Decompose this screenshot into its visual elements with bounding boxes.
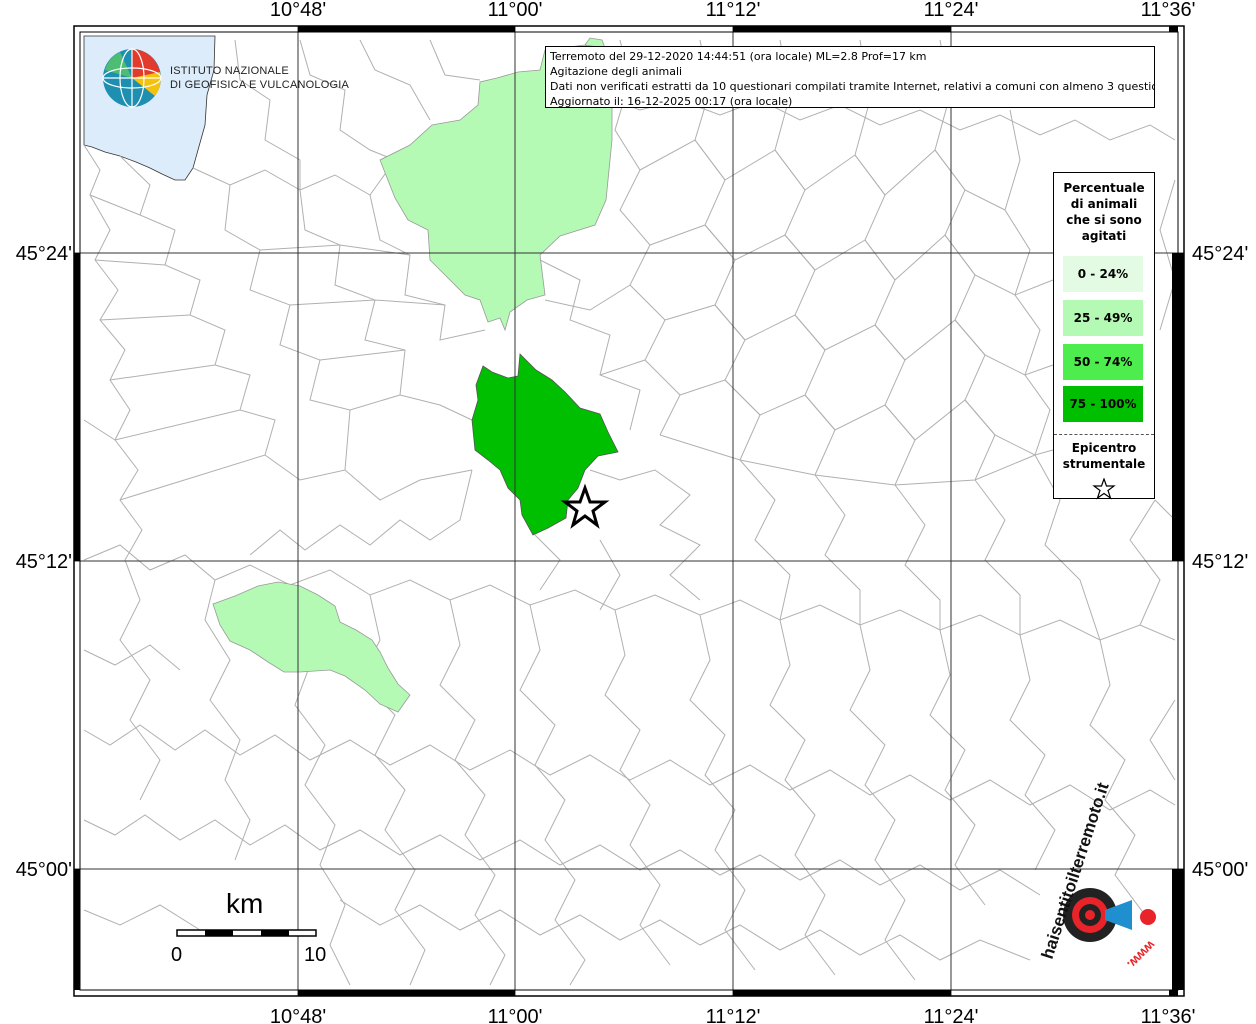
- info-line-4: Aggiornato il: 16-12-2025 00:17 (ora loc…: [550, 95, 793, 108]
- lon-label-top-3: 11°12': [706, 0, 761, 21]
- ingv-line-2: DI GEOFISICA E VULCANOLOGIA: [170, 79, 349, 91]
- earthquake-info-box: Terremoto del 29-12-2020 14:44:51 (ora l…: [545, 46, 1155, 108]
- legend-item-75-100: 75 - 100%: [1063, 386, 1143, 422]
- ingv-logo-text: ISTITUTO NAZIONALE DI GEOFISICA E VULCAN…: [170, 64, 349, 92]
- lon-label-bottom-4: 11°24': [924, 1006, 979, 1024]
- legend-item-25-49: 25 - 49%: [1063, 300, 1143, 336]
- legend-item-label: 75 - 100%: [1069, 397, 1137, 411]
- ingv-logo-icon: [102, 48, 162, 108]
- scale-end: 10: [304, 944, 327, 966]
- map-area: [74, 26, 1184, 996]
- legend-item-label: 25 - 49%: [1073, 311, 1133, 325]
- scale-start: 0: [171, 944, 183, 966]
- legend-star-icon: [1092, 478, 1116, 500]
- legend-separator: [1054, 434, 1154, 435]
- legend-item-label: 50 - 74%: [1073, 355, 1133, 369]
- lat-label-right-1: 45°24': [1192, 243, 1248, 265]
- legend-title-line-3: che si sono: [1066, 213, 1142, 227]
- info-line-3: Dati non verificati estratti da 10 quest…: [550, 80, 1155, 93]
- legend: Percentuale di animali che si sono agita…: [1053, 172, 1155, 500]
- scale-unit: km: [226, 888, 264, 919]
- legend-epicenter-line-1: Epicentro: [1071, 441, 1137, 455]
- lat-label-right-3: 45°00': [1192, 859, 1248, 881]
- lat-label-right-2: 45°12': [1192, 551, 1248, 573]
- lat-label-left-3: 45°00': [16, 859, 72, 881]
- info-line-1: Terremoto del 29-12-2020 14:44:51 (ora l…: [550, 50, 927, 63]
- lon-label-top-1: 10°48': [270, 0, 326, 21]
- lat-label-left-2: 45°12': [16, 551, 72, 573]
- lon-label-bottom-2: 11°00': [488, 1006, 543, 1024]
- legend-epicenter-label: Epicentro strumentale: [1054, 440, 1154, 472]
- lon-label-bottom-5: 11°36': [1141, 1006, 1196, 1024]
- lon-label-top-4: 11°24': [924, 0, 979, 21]
- lat-label-left-1: 45°24': [16, 243, 72, 265]
- legend-title-line-2: di animali: [1070, 197, 1138, 211]
- legend-item-0-24: 0 - 24%: [1063, 256, 1143, 292]
- scale-bar: [176, 929, 317, 937]
- lon-label-bottom-1: 10°48': [270, 1006, 326, 1024]
- map: 10°48' 11°00' 11°12' 11°24' 11°36' 10°48…: [16, 0, 1249, 1024]
- legend-item-50-74: 50 - 74%: [1063, 344, 1143, 380]
- legend-title: Percentuale di animali che si sono agita…: [1054, 180, 1154, 244]
- lon-label-top-2: 11°00': [488, 0, 543, 21]
- legend-item-label: 0 - 24%: [1077, 267, 1129, 281]
- legend-epicenter-line-2: strumentale: [1062, 457, 1146, 471]
- lon-label-top-5: 11°36': [1141, 0, 1196, 21]
- ingv-line-1: ISTITUTO NAZIONALE: [170, 65, 289, 77]
- legend-title-line-4: agitati: [1081, 229, 1127, 243]
- lon-label-bottom-3: 11°12': [706, 1006, 761, 1024]
- legend-title-line-1: Percentuale: [1063, 181, 1145, 195]
- info-line-2: Agitazione degli animali: [550, 65, 683, 78]
